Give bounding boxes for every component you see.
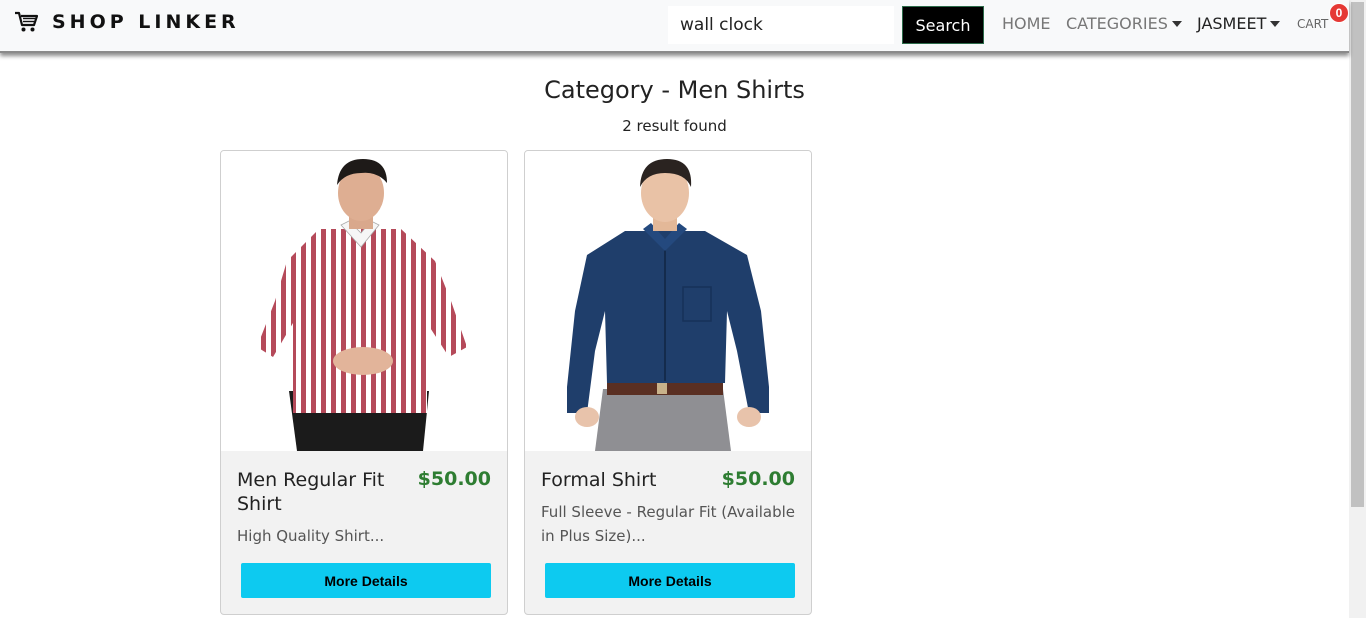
navbar: SHOP LINKER Search HOME CATEGORIES JASME… bbox=[0, 0, 1349, 53]
product-card: Men Regular Fit Shirt $50.00 High Qualit… bbox=[220, 150, 508, 615]
cart-count-badge: 0 bbox=[1329, 3, 1349, 23]
chevron-down-icon bbox=[1171, 21, 1182, 27]
chevron-down-icon bbox=[1270, 21, 1281, 27]
nav-categories-dropdown[interactable]: CATEGORIES bbox=[1066, 14, 1182, 33]
product-title[interactable]: Formal Shirt bbox=[541, 468, 711, 492]
product-card: Formal Shirt $50.00 Full Sleeve - Regula… bbox=[524, 150, 812, 615]
nav-user-dropdown[interactable]: JASMEET bbox=[1197, 14, 1281, 33]
product-description: Full Sleeve - Regular Fit (Available in … bbox=[541, 503, 796, 545]
nav-home-link[interactable]: HOME bbox=[1002, 14, 1051, 33]
nav-categories-label: CATEGORIES bbox=[1066, 14, 1168, 33]
product-price: $50.00 bbox=[721, 468, 795, 490]
brand-name: SHOP LINKER bbox=[52, 11, 240, 33]
search-input[interactable] bbox=[668, 6, 894, 44]
page-title: Category - Men Shirts bbox=[544, 76, 805, 104]
navy-formal-shirt-photo bbox=[567, 159, 769, 451]
red-striped-shirt-photo bbox=[257, 159, 467, 451]
result-count: 2 result found bbox=[622, 117, 727, 135]
nav-home-label: HOME bbox=[1002, 14, 1051, 33]
nav-cart-label: CART bbox=[1297, 17, 1329, 31]
search-button[interactable]: Search bbox=[902, 6, 984, 44]
product-description: High Quality Shirt... bbox=[237, 527, 385, 545]
nav-cart-link[interactable]: CART bbox=[1297, 17, 1328, 31]
page-scrollbar[interactable] bbox=[1349, 0, 1366, 618]
cart-icon bbox=[15, 11, 38, 32]
product-image[interactable] bbox=[525, 151, 811, 451]
product-price: $50.00 bbox=[417, 468, 491, 490]
more-details-button[interactable]: More Details bbox=[241, 563, 491, 598]
more-details-button[interactable]: More Details bbox=[545, 563, 795, 598]
product-title[interactable]: Men Regular Fit Shirt bbox=[237, 468, 407, 516]
brand-link[interactable]: SHOP LINKER bbox=[14, 11, 240, 33]
nav-user-label: JASMEET bbox=[1197, 14, 1267, 33]
product-image[interactable] bbox=[221, 151, 507, 451]
scrollbar-thumb[interactable] bbox=[1351, 2, 1364, 507]
